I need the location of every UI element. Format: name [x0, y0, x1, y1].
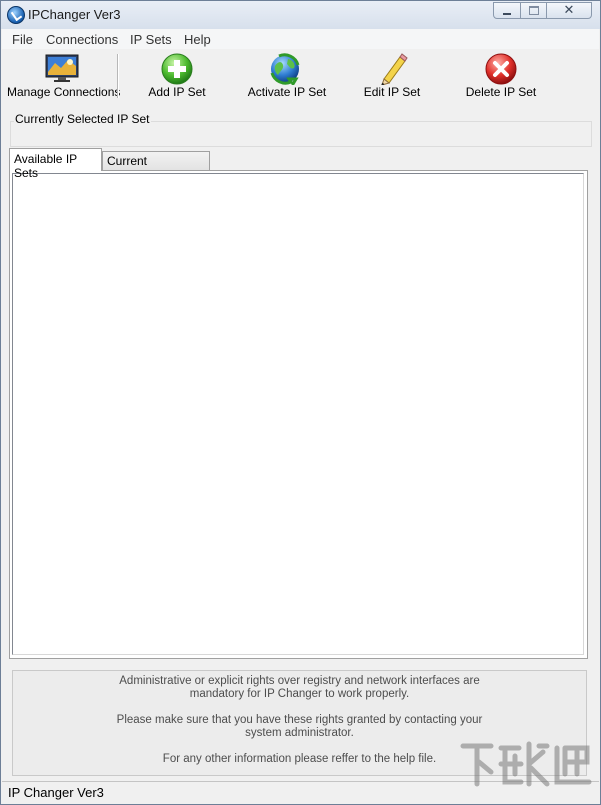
manage-connections-label: Manage Connections [7, 85, 121, 99]
info-line-2: mandatory for IP Changer to work properl… [189, 688, 410, 700]
app-window: IPChanger Ver3 ✕ File Connections IP Set… [0, 0, 601, 805]
manage-connections-button[interactable]: Manage Connections [7, 49, 121, 103]
tab-available-ip-sets[interactable]: Available IP Sets [9, 148, 102, 180]
menu-ip-sets[interactable]: IP Sets [130, 32, 172, 47]
minimize-icon [503, 12, 511, 15]
close-button[interactable]: ✕ [546, 2, 592, 19]
edit-ip-set-label: Edit IP Set [363, 85, 421, 99]
menu-help[interactable]: Help [184, 32, 211, 47]
maximize-button[interactable] [520, 2, 547, 19]
edit-ip-set-button[interactable]: Edit IP Set [352, 49, 432, 103]
green-plus-icon [161, 53, 193, 85]
title-bar[interactable]: IPChanger Ver3 ✕ [1, 1, 600, 29]
minimize-button[interactable] [493, 2, 521, 19]
close-icon: ✕ [563, 3, 575, 18]
watermark-logo [460, 741, 592, 787]
app-icon [7, 6, 25, 24]
activate-ip-set-button[interactable]: Activate IP Set [242, 49, 332, 103]
activate-ip-set-label: Activate IP Set [247, 85, 327, 99]
menu-bar: File Connections IP Sets Help [2, 29, 599, 49]
add-ip-set-button[interactable]: Add IP Set [137, 49, 217, 103]
globe-arrows-icon [270, 53, 300, 85]
current-set-label: Currently Selected IP Set [14, 112, 151, 126]
info-line-3: Please make sure that you have these rig… [116, 714, 483, 726]
current-set-group: Currently Selected IP Set [10, 112, 592, 147]
monitor-network-icon [45, 54, 79, 82]
maximize-icon [528, 6, 539, 15]
tab-current-configuration[interactable]: Current Configuration [102, 151, 210, 182]
info-line-1: Administrative or explicit rights over r… [119, 675, 480, 687]
tab-panel [9, 170, 588, 659]
menu-file[interactable]: File [12, 32, 33, 47]
toolbar-separator [117, 54, 119, 98]
ip-sets-list[interactable] [12, 173, 584, 655]
menu-connections[interactable]: Connections [46, 32, 118, 47]
add-ip-set-label: Add IP Set [148, 85, 206, 99]
delete-ip-set-label: Delete IP Set [465, 85, 537, 99]
status-text: IP Changer Ver3 [8, 785, 104, 800]
delete-ip-set-button[interactable]: Delete IP Set [460, 49, 542, 103]
pencil-icon [381, 53, 408, 85]
red-x-icon [485, 53, 517, 85]
toolbar: Manage Connections Add IP Set Activate I… [2, 49, 599, 103]
window-title: IPChanger Ver3 [28, 7, 121, 22]
